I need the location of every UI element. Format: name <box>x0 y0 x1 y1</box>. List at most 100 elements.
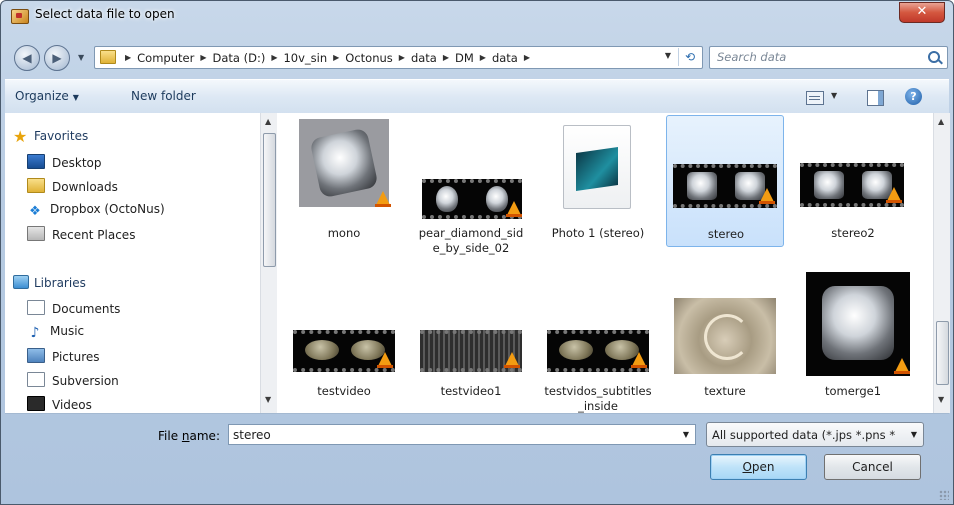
breadcrumb-item[interactable]: data <box>492 50 518 66</box>
file-list-scrollbar[interactable]: ▲ ▼ <box>933 113 950 413</box>
vlc-icon <box>375 191 391 207</box>
organize-button[interactable]: Organize ▼ <box>15 89 79 103</box>
file-item-testvidos-subtitles[interactable]: testvidos_subtitles_inside <box>539 268 657 413</box>
command-toolbar: Organize ▼ New folder ▼ ? <box>5 79 949 115</box>
file-name: pear_diamond_side_by_side_02 <box>418 226 524 255</box>
chevron-right-icon[interactable]: ▶ <box>399 50 405 66</box>
star-icon: ★ <box>13 127 28 146</box>
chevron-right-icon[interactable]: ▶ <box>271 50 277 66</box>
file-name-value[interactable]: stereo <box>233 428 271 442</box>
scrollbar-thumb[interactable] <box>936 321 949 385</box>
file-item-tomerge1[interactable]: tomerge1 <box>794 268 912 413</box>
videos-icon <box>27 396 45 411</box>
vlc-icon <box>504 352 520 368</box>
chevron-down-icon[interactable]: ▼ <box>683 430 689 439</box>
file-item-texture[interactable]: texture <box>666 268 784 413</box>
texture-thumbnail <box>674 298 776 374</box>
open-file-dialog: Select data file to open ✕ ◀ ▶ ▼ ▶ Compu… <box>0 0 954 505</box>
libraries-label: Libraries <box>34 276 86 290</box>
sidebar-item-subversion[interactable]: Subversion <box>27 372 119 388</box>
sidebar-item-pictures[interactable]: Pictures <box>27 348 100 364</box>
forward-button[interactable]: ▶ <box>44 45 70 71</box>
recent-pages-dropdown[interactable]: ▼ <box>78 53 84 62</box>
file-item-testvideo[interactable]: testvideo <box>285 268 403 413</box>
new-folder-button[interactable]: New folder <box>131 89 196 103</box>
close-button[interactable]: ✕ <box>899 2 945 23</box>
subversion-icon <box>27 372 45 387</box>
search-input[interactable]: Search data <box>717 50 786 64</box>
breadcrumb-item[interactable]: DM <box>455 50 474 66</box>
chevron-right-icon[interactable]: ▶ <box>524 50 530 66</box>
file-name: testvideo <box>317 384 371 398</box>
breadcrumb-item[interactable]: Computer <box>137 50 194 66</box>
sidebar-item-documents[interactable]: Documents <box>27 300 120 316</box>
breadcrumb-item[interactable]: 10v_sin <box>283 50 327 66</box>
sidebar-item-videos[interactable]: Videos <box>27 396 92 412</box>
breadcrumb-item[interactable]: Data (D:) <box>212 50 265 66</box>
scroll-down-icon[interactable]: ▼ <box>265 395 271 404</box>
breadcrumb-item[interactable]: data <box>411 50 437 66</box>
file-type-select[interactable]: All supported data (*.jps *.pns * ▼ <box>706 422 924 447</box>
diamond-image <box>309 127 379 199</box>
scroll-down-icon[interactable]: ▼ <box>938 395 944 404</box>
file-item-stereo2[interactable]: stereo2 <box>794 115 912 260</box>
chevron-right-icon[interactable]: ▶ <box>480 50 486 66</box>
search-icon[interactable] <box>928 51 940 63</box>
help-icon[interactable]: ? <box>905 88 922 105</box>
navigation-pane: ★ Favorites Desktop Downloads ❖ Dropbox (O… <box>5 113 261 413</box>
navigation-pane-scrollbar[interactable]: ▲ ▼ <box>260 113 277 413</box>
open-label: pen <box>751 460 775 474</box>
vlc-icon <box>886 187 902 203</box>
chevron-right-icon[interactable]: ▶ <box>125 50 131 66</box>
scrollbar-thumb[interactable] <box>263 133 276 267</box>
sidebar-item-label: Dropbox (OctoNus) <box>50 202 165 216</box>
navigation-bar: ◀ ▶ ▼ ▶ Computer ▶ Data (D:) ▶ 10v_sin ▶… <box>1 31 953 79</box>
sidebar-item-dropbox[interactable]: ❖ Dropbox (OctoNus) <box>27 202 165 218</box>
breadcrumb-item[interactable]: Octonus <box>345 50 393 66</box>
scroll-up-icon[interactable]: ▲ <box>265 117 271 126</box>
view-options-dropdown[interactable]: ▼ <box>831 91 837 100</box>
diamond-image <box>436 186 458 212</box>
open-button[interactable]: Open <box>710 454 807 480</box>
favorites-label: Favorites <box>34 129 89 143</box>
file-name: stereo2 <box>831 226 875 240</box>
address-bar[interactable]: ▶ Computer ▶ Data (D:) ▶ 10v_sin ▶ Octon… <box>94 46 703 69</box>
preview-pane-icon[interactable] <box>867 90 884 106</box>
chevron-down-icon[interactable]: ▼ <box>911 430 917 439</box>
file-item-mono[interactable]: mono <box>285 115 403 260</box>
video-thumbnail <box>673 164 777 208</box>
back-button[interactable]: ◀ <box>14 45 40 71</box>
libraries-group[interactable]: Libraries <box>13 275 86 290</box>
sidebar-item-music[interactable]: ♪ Music <box>27 324 85 341</box>
file-item-testvideo1[interactable]: testvideo1 <box>412 268 530 413</box>
vlc-icon <box>506 201 522 217</box>
cancel-button[interactable]: Cancel <box>824 454 921 480</box>
libraries-icon <box>13 275 29 289</box>
file-name-field[interactable]: stereo ▼ <box>228 424 696 445</box>
video-thumbnail <box>800 163 904 207</box>
sidebar-item-recent-places[interactable]: Recent Places <box>27 226 135 242</box>
refresh-icon[interactable]: ⟲ <box>678 48 701 66</box>
file-name: stereo <box>707 227 745 241</box>
chevron-right-icon[interactable]: ▶ <box>333 50 339 66</box>
resize-grip-icon[interactable] <box>939 490 949 500</box>
chevron-right-icon[interactable]: ▶ <box>200 50 206 66</box>
sidebar-item-label: Downloads <box>52 180 118 194</box>
change-view-icon[interactable] <box>806 91 824 105</box>
file-item-pear-diamond[interactable]: pear_diamond_side_by_side_02 <box>412 115 530 260</box>
file-name-label-part: ame: <box>189 429 220 443</box>
browser-area: ★ Favorites Desktop Downloads ❖ Dropbox (O… <box>5 113 950 414</box>
diamond-image <box>822 286 894 360</box>
sidebar-item-downloads[interactable]: Downloads <box>27 178 118 194</box>
music-icon: ♪ <box>30 325 40 341</box>
scroll-up-icon[interactable]: ▲ <box>938 117 944 126</box>
sidebar-item-desktop[interactable]: Desktop <box>27 154 102 170</box>
address-dropdown-icon[interactable]: ▼ <box>665 51 671 60</box>
file-item-photo-1[interactable]: Photo 1 (stereo) <box>539 115 657 260</box>
favorites-group[interactable]: ★ Favorites <box>13 127 89 146</box>
search-box[interactable]: Search data <box>709 46 948 69</box>
file-item-stereo[interactable]: stereo <box>666 115 784 247</box>
chevron-right-icon[interactable]: ▶ <box>443 50 449 66</box>
dialog-footer: File name: stereo ▼ All supported data (… <box>1 414 953 504</box>
sidebar-item-label: Subversion <box>52 374 119 388</box>
